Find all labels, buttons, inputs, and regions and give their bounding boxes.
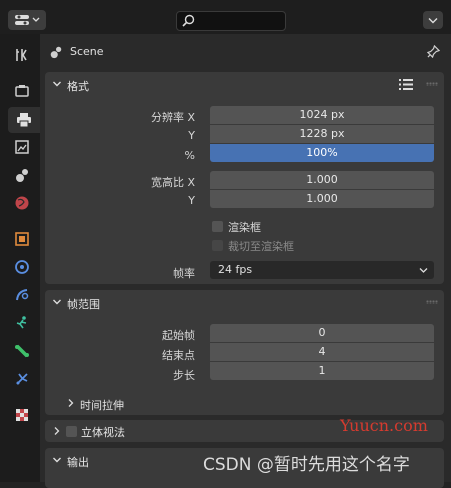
properties-tab-bar bbox=[0, 34, 40, 482]
panel-title: 帧范围 bbox=[67, 298, 100, 311]
aspect-x-field[interactable]: 1.000 bbox=[210, 171, 434, 189]
resolution-y-field[interactable]: 1228 px bbox=[210, 125, 434, 143]
chevron-down-icon bbox=[53, 299, 61, 305]
aspect-x-label: 宽高比 X bbox=[150, 176, 195, 189]
chevron-down-icon bbox=[428, 17, 438, 23]
author-watermark: CSDN @暂时先用这个名字 bbox=[203, 455, 410, 475]
frame-start-label: 起始帧 bbox=[162, 329, 195, 342]
tab-world[interactable] bbox=[8, 190, 36, 216]
chevron-right-icon bbox=[68, 399, 74, 407]
object-icon bbox=[15, 232, 29, 246]
panel-title: 格式 bbox=[67, 80, 89, 93]
properties-editor-icon bbox=[14, 15, 29, 25]
context-header: Scene bbox=[40, 34, 451, 68]
chevron-down-icon bbox=[419, 268, 428, 273]
frame-rate-value: 24 fps bbox=[218, 263, 253, 276]
chevron-right-icon bbox=[54, 427, 60, 435]
physics-icon bbox=[16, 316, 27, 329]
render-region-label: 渲染框 bbox=[228, 221, 261, 234]
chevron-down-icon bbox=[53, 81, 61, 87]
tab-particles[interactable] bbox=[8, 282, 36, 308]
tab-tool[interactable] bbox=[8, 42, 36, 68]
view-layer-icon bbox=[15, 140, 29, 154]
resolution-percent-label: % bbox=[184, 149, 195, 162]
site-watermark: Yuucn.com bbox=[340, 416, 428, 435]
render-camera-icon bbox=[15, 85, 29, 97]
options-dropdown-button[interactable] bbox=[423, 11, 443, 29]
format-panel: 格式 分辨率 X 1024 px Y 1228 px % 100% 宽高比 X … bbox=[45, 72, 444, 284]
tab-modifiers[interactable] bbox=[8, 254, 36, 280]
context-title: Scene bbox=[70, 45, 104, 58]
drag-grip-icon[interactable] bbox=[426, 300, 438, 304]
frame-rate-label: 帧率 bbox=[173, 267, 195, 280]
aspect-y-label: Y bbox=[188, 194, 195, 207]
resolution-percent-slider[interactable]: 100% bbox=[210, 144, 434, 162]
properties-main: Scene 格式 分辨率 X 1024 px Y 1228 px % 100% … bbox=[40, 34, 451, 488]
frame-end-label: 结束点 bbox=[162, 349, 195, 362]
modifier-icon bbox=[15, 260, 29, 274]
tab-render[interactable] bbox=[8, 78, 36, 104]
tab-physics[interactable] bbox=[8, 310, 36, 336]
tab-view-layer[interactable] bbox=[8, 134, 36, 160]
texture-checker-icon bbox=[16, 409, 28, 421]
world-icon bbox=[15, 196, 29, 210]
tab-output[interactable] bbox=[8, 107, 40, 133]
frame-step-label: 步长 bbox=[173, 369, 195, 382]
crop-to-region-label: 裁切至渲染框 bbox=[228, 240, 294, 253]
output-printer-icon bbox=[17, 113, 31, 128]
chevron-down-icon bbox=[32, 17, 39, 22]
constraint-bone-icon bbox=[15, 344, 29, 358]
frame-start-field[interactable]: 0 bbox=[210, 324, 434, 342]
resolution-x-label: 分辨率 X bbox=[150, 111, 195, 124]
frame-range-panel: 帧范围 起始帧 0 结束点 4 步长 1 时间拉伸 bbox=[45, 290, 444, 415]
format-panel-header[interactable]: 格式 bbox=[45, 72, 444, 98]
object-data-icon bbox=[16, 373, 28, 385]
scene-icon bbox=[50, 46, 62, 59]
frame-step-field[interactable]: 1 bbox=[210, 362, 434, 380]
crop-to-region-checkbox[interactable] bbox=[212, 240, 223, 251]
search-icon bbox=[182, 14, 195, 27]
drag-grip-icon[interactable] bbox=[426, 82, 438, 86]
panel-title: 立体视法 bbox=[81, 426, 125, 439]
particles-icon bbox=[16, 289, 29, 301]
tool-icon bbox=[16, 49, 27, 61]
chevron-down-icon bbox=[53, 457, 61, 463]
tab-data[interactable] bbox=[8, 366, 36, 392]
render-region-checkbox[interactable] bbox=[212, 221, 223, 232]
tab-constraints[interactable] bbox=[8, 338, 36, 364]
frame-rate-select[interactable]: 24 fps bbox=[210, 261, 434, 279]
tab-texture[interactable] bbox=[8, 402, 36, 428]
top-bar bbox=[0, 0, 451, 34]
presets-list-icon[interactable] bbox=[399, 78, 413, 91]
pin-icon[interactable] bbox=[427, 45, 440, 58]
frame-range-panel-header[interactable]: 帧范围 bbox=[45, 290, 444, 316]
resolution-y-label: Y bbox=[188, 129, 195, 142]
stereoscopy-checkbox[interactable] bbox=[66, 426, 77, 437]
resolution-x-field[interactable]: 1024 px bbox=[210, 106, 434, 124]
time-stretch-label: 时间拉伸 bbox=[80, 399, 124, 412]
aspect-y-field[interactable]: 1.000 bbox=[210, 190, 434, 208]
panel-title: 输出 bbox=[67, 456, 89, 469]
editor-type-button[interactable] bbox=[8, 10, 46, 30]
frame-end-field[interactable]: 4 bbox=[210, 343, 434, 361]
tab-object[interactable] bbox=[8, 226, 36, 252]
time-stretch-subpanel[interactable]: 时间拉伸 bbox=[67, 396, 267, 412]
scene-icon bbox=[16, 169, 28, 182]
search-input[interactable] bbox=[176, 11, 286, 31]
tab-scene[interactable] bbox=[8, 162, 36, 188]
